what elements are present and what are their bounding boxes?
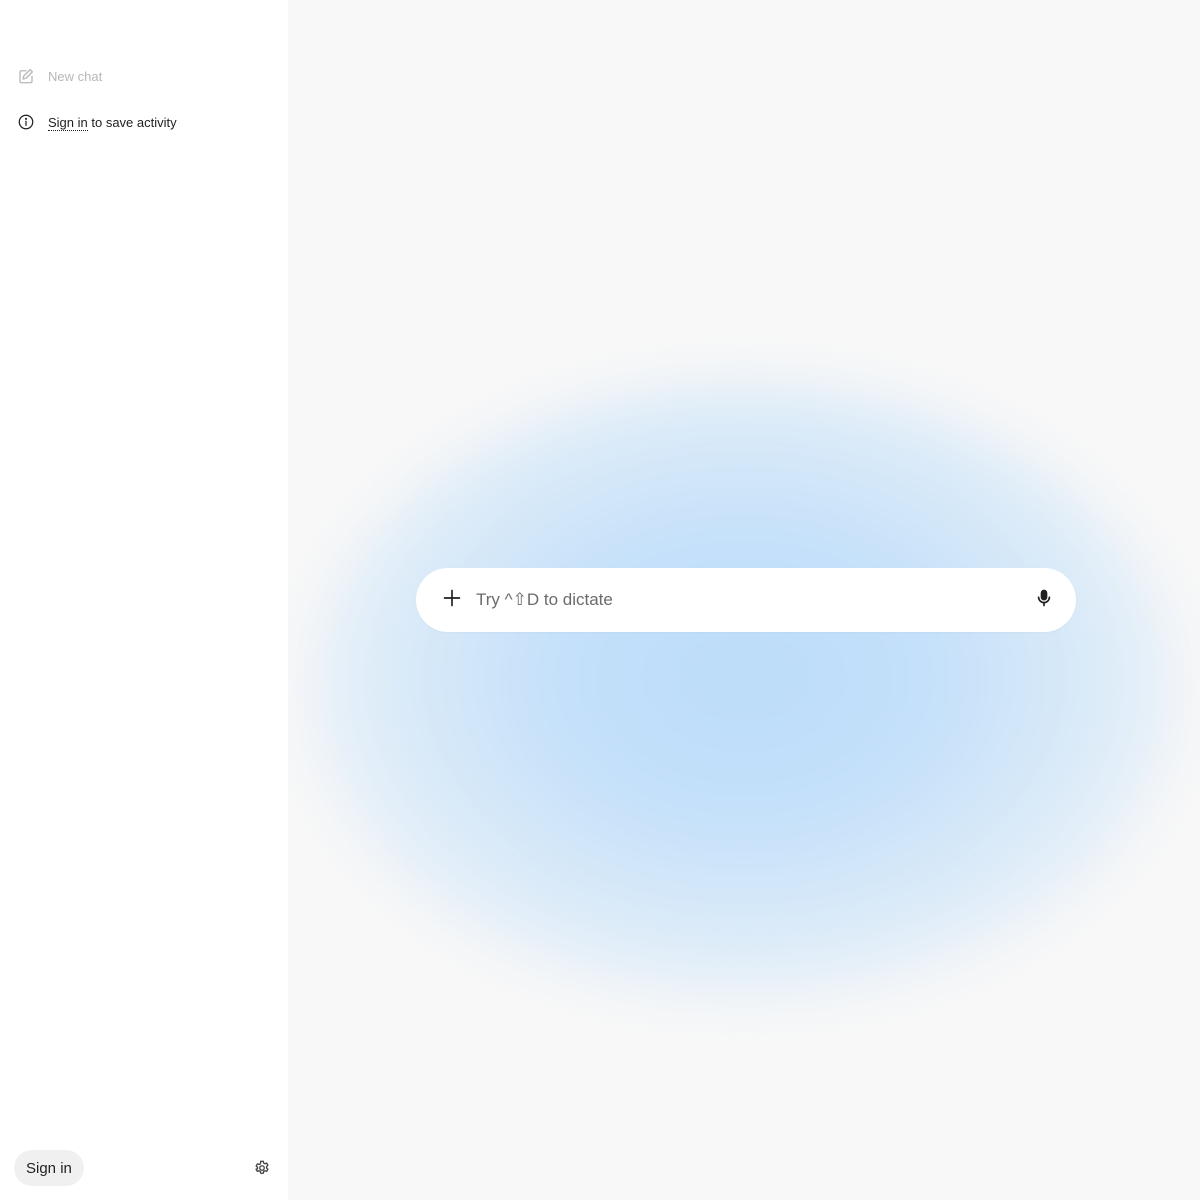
settings-button[interactable] bbox=[251, 1157, 273, 1179]
new-chat-label: New chat bbox=[48, 68, 103, 84]
main-area bbox=[288, 0, 1200, 1200]
signin-button[interactable]: Sign in bbox=[14, 1150, 84, 1186]
gear-icon bbox=[252, 1158, 272, 1178]
app-window: New chat Sign in to save activity Sign i… bbox=[0, 0, 1200, 1200]
prompt-input[interactable] bbox=[476, 590, 1032, 610]
microphone-button[interactable] bbox=[1032, 588, 1056, 612]
background-glow bbox=[308, 380, 1180, 1000]
signin-note: Sign in to save activity bbox=[16, 110, 177, 134]
plus-icon bbox=[442, 588, 462, 613]
add-attachment-button[interactable] bbox=[440, 588, 464, 612]
edit-pencil-icon bbox=[16, 66, 36, 86]
new-chat-button[interactable]: New chat bbox=[16, 64, 102, 88]
microphone-icon bbox=[1034, 588, 1054, 613]
prompt-composer bbox=[416, 568, 1076, 632]
signin-link[interactable]: Sign in bbox=[48, 114, 88, 131]
sidebar: New chat Sign in to save activity Sign i… bbox=[0, 0, 288, 1200]
signin-note-text: to save activity bbox=[87, 114, 177, 130]
info-icon bbox=[16, 112, 36, 132]
